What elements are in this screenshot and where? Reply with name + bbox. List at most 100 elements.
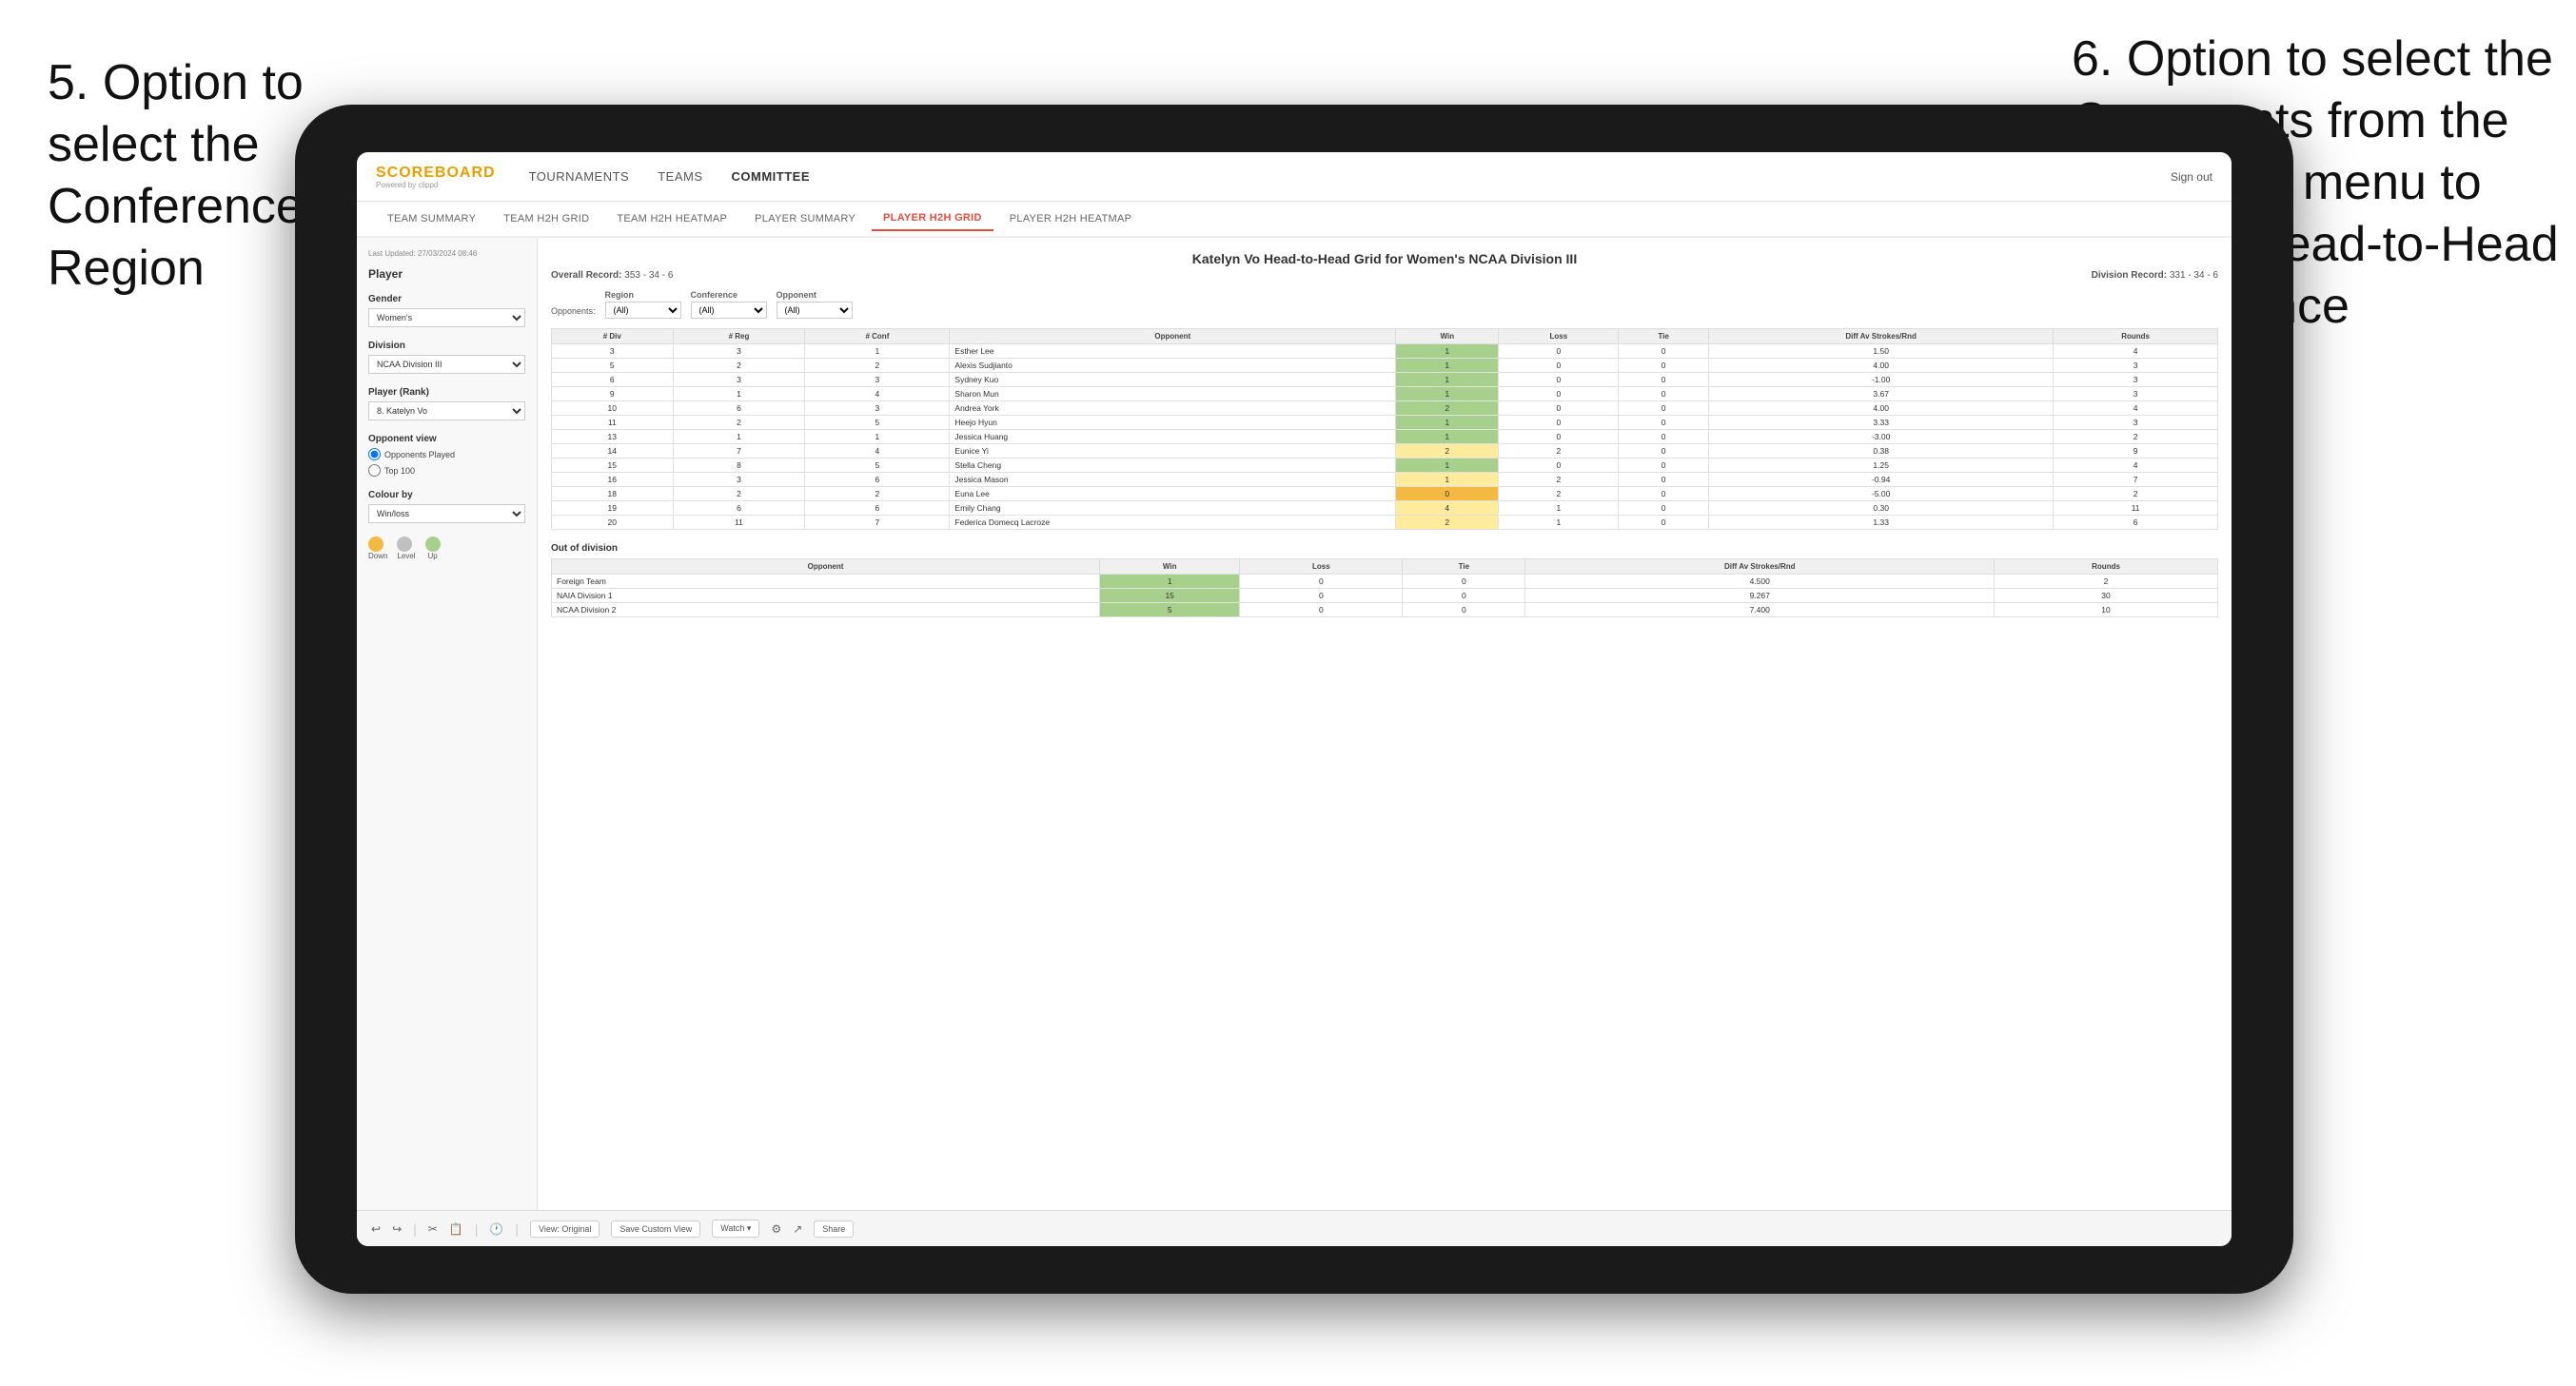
toolbar-save-custom-view-btn[interactable]: Save Custom View: [611, 1220, 700, 1238]
cell-loss: 0: [1499, 344, 1619, 359]
cell-rounds: 4: [2054, 459, 2218, 473]
nav-sign-out[interactable]: Sign out: [2171, 170, 2212, 184]
out-table-row: Foreign Team 1 0 0 4.500 2: [552, 575, 2218, 589]
opponent-filter-select[interactable]: (All): [777, 302, 853, 319]
cell-win: 4: [1396, 501, 1499, 516]
sidebar-radio-opponents-played-input[interactable]: [368, 448, 381, 460]
cell-tie: 0: [1619, 473, 1709, 487]
cell-rounds: 2: [2054, 487, 2218, 501]
sidebar-radio-top100-label: Top 100: [384, 466, 415, 476]
cell-opponent: Andrea York: [950, 401, 1396, 416]
sidebar: Last Updated: 27/03/2024 08:46 Player Ge…: [357, 238, 538, 1210]
cell-div: 18: [552, 487, 674, 501]
toolbar-settings-icon[interactable]: ⚙: [771, 1222, 781, 1236]
cell-diff: 4.00: [1709, 359, 2054, 373]
subnav-team-summary[interactable]: TEAM SUMMARY: [376, 207, 487, 230]
cell-tie: 0: [1619, 373, 1709, 387]
sidebar-radio-top100[interactable]: Top 100: [368, 464, 525, 477]
out-table-row: NCAA Division 2 5 0 0 7.400 10: [552, 603, 2218, 617]
legend-level-dot: [397, 537, 412, 552]
toolbar-share-icon[interactable]: ↗: [793, 1222, 802, 1236]
cell-opponent: Stella Cheng: [950, 459, 1396, 473]
cell-div: 15: [552, 459, 674, 473]
out-cell-opponent: NAIA Division 1: [552, 589, 1100, 603]
sidebar-colour-by-select[interactable]: Win/loss: [368, 504, 525, 523]
legend-up-label: Up: [425, 552, 441, 560]
subnav-player-summary[interactable]: PLAYER SUMMARY: [743, 207, 867, 230]
cell-opponent: Sharon Mun: [950, 387, 1396, 401]
cell-loss: 0: [1499, 387, 1619, 401]
subnav-player-h2h-heatmap[interactable]: PLAYER H2H HEATMAP: [998, 207, 1143, 230]
out-of-division-section: Out of division Opponent Win Loss Tie Di…: [551, 543, 2218, 617]
th-loss: Loss: [1499, 329, 1619, 344]
nav-teams[interactable]: TEAMS: [658, 165, 702, 188]
cell-win: 1: [1396, 359, 1499, 373]
toolbar-watch-btn[interactable]: Watch ▾: [712, 1220, 759, 1238]
nav-links: TOURNAMENTS TEAMS COMMITTEE: [529, 165, 2171, 188]
toolbar-sep-1: |: [413, 1221, 417, 1237]
cell-loss: 0: [1499, 459, 1619, 473]
grid-area: Katelyn Vo Head-to-Head Grid for Women's…: [538, 238, 2232, 1210]
toolbar-clock-icon[interactable]: 🕐: [489, 1222, 503, 1236]
cell-tie: 0: [1619, 359, 1709, 373]
cell-div: 16: [552, 473, 674, 487]
subnav-team-h2h-heatmap[interactable]: TEAM H2H HEATMAP: [605, 207, 738, 230]
cell-reg: 2: [673, 416, 805, 430]
toolbar-share-btn[interactable]: Share: [814, 1220, 854, 1238]
toolbar-paste-icon[interactable]: 📋: [449, 1222, 463, 1236]
nav-committee[interactable]: COMMITTEE: [732, 165, 811, 188]
cell-win: 1: [1396, 430, 1499, 444]
cell-win: 1: [1396, 416, 1499, 430]
subnav-team-h2h-grid[interactable]: TEAM H2H GRID: [492, 207, 600, 230]
conference-filter-select[interactable]: (All): [691, 302, 767, 319]
main-data-table: # Div # Reg # Conf Opponent Win Loss Tie…: [551, 328, 2218, 530]
cell-diff: 3.67: [1709, 387, 2054, 401]
legend-level: Level: [397, 537, 415, 560]
cell-conf: 5: [805, 459, 950, 473]
cell-win: 1: [1396, 373, 1499, 387]
opponents-filter-label: Opponents:: [551, 306, 596, 316]
bottom-toolbar: ↩ ↪ | ✂ 📋 | 🕐 | View: Original Save Cust…: [357, 1210, 2232, 1246]
table-row: 9 1 4 Sharon Mun 1 0 0 3.67 3: [552, 387, 2218, 401]
cell-diff: 1.33: [1709, 516, 2054, 530]
toolbar-redo-icon[interactable]: ↪: [392, 1222, 402, 1236]
sidebar-player-rank-select[interactable]: 8. Katelyn Vo: [368, 401, 525, 420]
cell-div: 14: [552, 444, 674, 459]
sidebar-radio-top100-input[interactable]: [368, 464, 381, 477]
cell-conf: 4: [805, 387, 950, 401]
cell-win: 2: [1396, 516, 1499, 530]
cell-rounds: 9: [2054, 444, 2218, 459]
cell-div: 20: [552, 516, 674, 530]
toolbar-view-original-btn[interactable]: View: Original: [530, 1220, 600, 1238]
cell-opponent: Federica Domecq Lacroze: [950, 516, 1396, 530]
legend-level-label: Level: [397, 552, 415, 560]
cell-conf: 5: [805, 416, 950, 430]
toolbar-undo-icon[interactable]: ↩: [371, 1222, 381, 1236]
cell-tie: 0: [1619, 430, 1709, 444]
cell-reg: 2: [673, 487, 805, 501]
cell-reg: 6: [673, 401, 805, 416]
toolbar-cut-icon[interactable]: ✂: [428, 1222, 438, 1236]
cell-opponent: Jessica Huang: [950, 430, 1396, 444]
table-row: 13 1 1 Jessica Huang 1 0 0 -3.00 2: [552, 430, 2218, 444]
subnav-player-h2h-grid[interactable]: PLAYER H2H GRID: [872, 206, 993, 231]
tablet-screen: SCOREBOARD Powered by clippd TOURNAMENTS…: [357, 152, 2232, 1246]
cell-conf: 4: [805, 444, 950, 459]
cell-div: 6: [552, 373, 674, 387]
sidebar-gender-select[interactable]: Women's: [368, 308, 525, 327]
cell-reg: 2: [673, 359, 805, 373]
sidebar-division-select[interactable]: NCAA Division III: [368, 355, 525, 374]
cell-reg: 1: [673, 430, 805, 444]
logo-block: SCOREBOARD Powered by clippd: [376, 165, 501, 189]
cell-diff: 1.50: [1709, 344, 2054, 359]
cell-diff: 0.30: [1709, 501, 2054, 516]
legend-up-dot: [425, 537, 441, 552]
cell-diff: 1.25: [1709, 459, 2054, 473]
cell-loss: 0: [1499, 373, 1619, 387]
region-filter-select[interactable]: (All): [605, 302, 681, 319]
sidebar-radio-opponents-played[interactable]: Opponents Played: [368, 448, 525, 460]
nav-tournaments[interactable]: TOURNAMENTS: [529, 165, 630, 188]
out-cell-rounds: 10: [1995, 603, 2218, 617]
cell-opponent: Alexis Sudjianto: [950, 359, 1396, 373]
sidebar-opponent-view-label: Opponent view: [368, 434, 525, 444]
